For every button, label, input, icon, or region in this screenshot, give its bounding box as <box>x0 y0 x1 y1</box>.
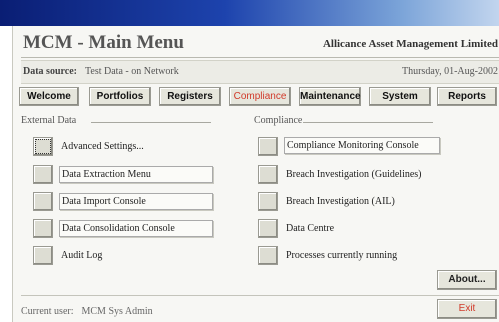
advanced-settings-label: Advanced Settings... <box>61 141 144 152</box>
compliance-heading: Compliance <box>254 115 303 126</box>
data-source-label: Data source: <box>23 66 77 77</box>
footer-divider <box>21 295 499 296</box>
data-centre-label: Data Centre <box>286 223 335 234</box>
company-name: Allicance Asset Management Limited <box>322 38 498 50</box>
compliance-monitoring-console-button[interactable] <box>258 137 278 156</box>
audit-log-label: Audit Log <box>61 250 103 261</box>
tab-compliance[interactable]: Compliance <box>229 87 291 106</box>
tab-maintenance[interactable]: Maintenance <box>299 87 361 106</box>
compliance-divider <box>303 122 433 123</box>
external-data-heading: External Data <box>21 115 77 126</box>
current-date: Thursday, 01-Aug-2002 <box>401 66 498 77</box>
data-centre-button[interactable] <box>258 219 278 238</box>
window-titlebar[interactable] <box>0 0 499 26</box>
tab-portfolios[interactable]: Portfolios <box>89 87 151 106</box>
data-consolidation-console-label: Data Consolidation Console <box>59 220 213 237</box>
tab-welcome[interactable]: Welcome <box>19 87 79 106</box>
processes-running-button[interactable] <box>258 246 278 265</box>
compliance-monitoring-console-label: Compliance Monitoring Console <box>284 137 440 154</box>
data-extraction-menu-button[interactable] <box>33 165 53 184</box>
data-consolidation-console-button[interactable] <box>33 219 53 238</box>
current-user-label: Current user: <box>21 306 74 317</box>
header-divider <box>21 57 499 58</box>
current-user-name: MCM Sys Admin <box>81 306 153 317</box>
main-menu-window: MCM - Main Menu Allicance Asset Manageme… <box>12 26 499 322</box>
breach-investigation-ail-button[interactable] <box>258 192 278 211</box>
breach-investigation-ail-label: Breach Investigation (AIL) <box>286 196 395 207</box>
data-source-bar: Data source: Test Data - on Network Thur… <box>21 60 499 84</box>
breach-investigation-guidelines-button[interactable] <box>258 165 278 184</box>
tab-registers[interactable]: Registers <box>159 87 221 106</box>
advanced-settings-button[interactable] <box>33 137 53 156</box>
app-title: MCM - Main Menu <box>23 32 184 53</box>
current-user: Current user: MCM Sys Admin <box>21 306 153 317</box>
audit-log-button[interactable] <box>33 246 53 265</box>
data-extraction-menu-label: Data Extraction Menu <box>59 166 213 183</box>
external-data-divider <box>91 122 211 123</box>
data-source-value: Test Data - on Network <box>85 66 179 77</box>
data-import-console-button[interactable] <box>33 192 53 211</box>
data-import-console-label: Data Import Console <box>59 193 213 210</box>
breach-investigation-guidelines-label: Breach Investigation (Guidelines) <box>286 169 422 180</box>
about-button[interactable]: About... <box>437 270 497 290</box>
exit-button[interactable]: Exit <box>437 299 497 319</box>
processes-running-label: Processes currently running <box>286 250 398 261</box>
tab-system[interactable]: System <box>369 87 431 106</box>
tab-reports[interactable]: Reports <box>437 87 497 106</box>
